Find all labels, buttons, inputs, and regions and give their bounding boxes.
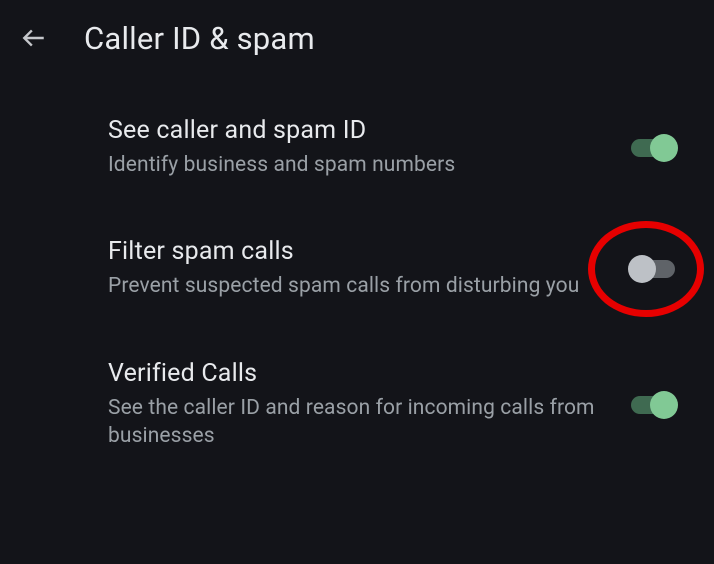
- arrow-left-icon: [21, 25, 47, 51]
- setting-text: Verified Calls See the caller ID and rea…: [108, 359, 628, 451]
- toggle-verified-calls[interactable]: [628, 393, 678, 417]
- back-button[interactable]: [14, 18, 54, 58]
- toggle-see-caller-id[interactable]: [628, 136, 678, 160]
- setting-verified-calls[interactable]: Verified Calls See the caller ID and rea…: [0, 359, 714, 451]
- settings-list: See caller and spam ID Identify business…: [0, 76, 714, 450]
- setting-title: Filter spam calls: [108, 237, 608, 266]
- toggle-filter-spam[interactable]: [628, 257, 678, 281]
- setting-title: Verified Calls: [108, 359, 608, 388]
- toggle-thumb: [650, 391, 678, 419]
- setting-subtitle: Identify business and spam numbers: [108, 151, 608, 179]
- setting-text: Filter spam calls Prevent suspected spam…: [108, 237, 628, 300]
- setting-filter-spam[interactable]: Filter spam calls Prevent suspected spam…: [0, 237, 714, 300]
- header: Caller ID & spam: [0, 0, 714, 76]
- setting-subtitle: See the caller ID and reason for incomin…: [108, 394, 608, 451]
- page-title: Caller ID & spam: [84, 20, 315, 57]
- setting-subtitle: Prevent suspected spam calls from distur…: [108, 272, 608, 300]
- setting-title: See caller and spam ID: [108, 116, 608, 145]
- toggle-thumb: [628, 255, 656, 283]
- toggle-thumb: [650, 134, 678, 162]
- setting-text: See caller and spam ID Identify business…: [108, 116, 628, 179]
- setting-see-caller-id[interactable]: See caller and spam ID Identify business…: [0, 116, 714, 179]
